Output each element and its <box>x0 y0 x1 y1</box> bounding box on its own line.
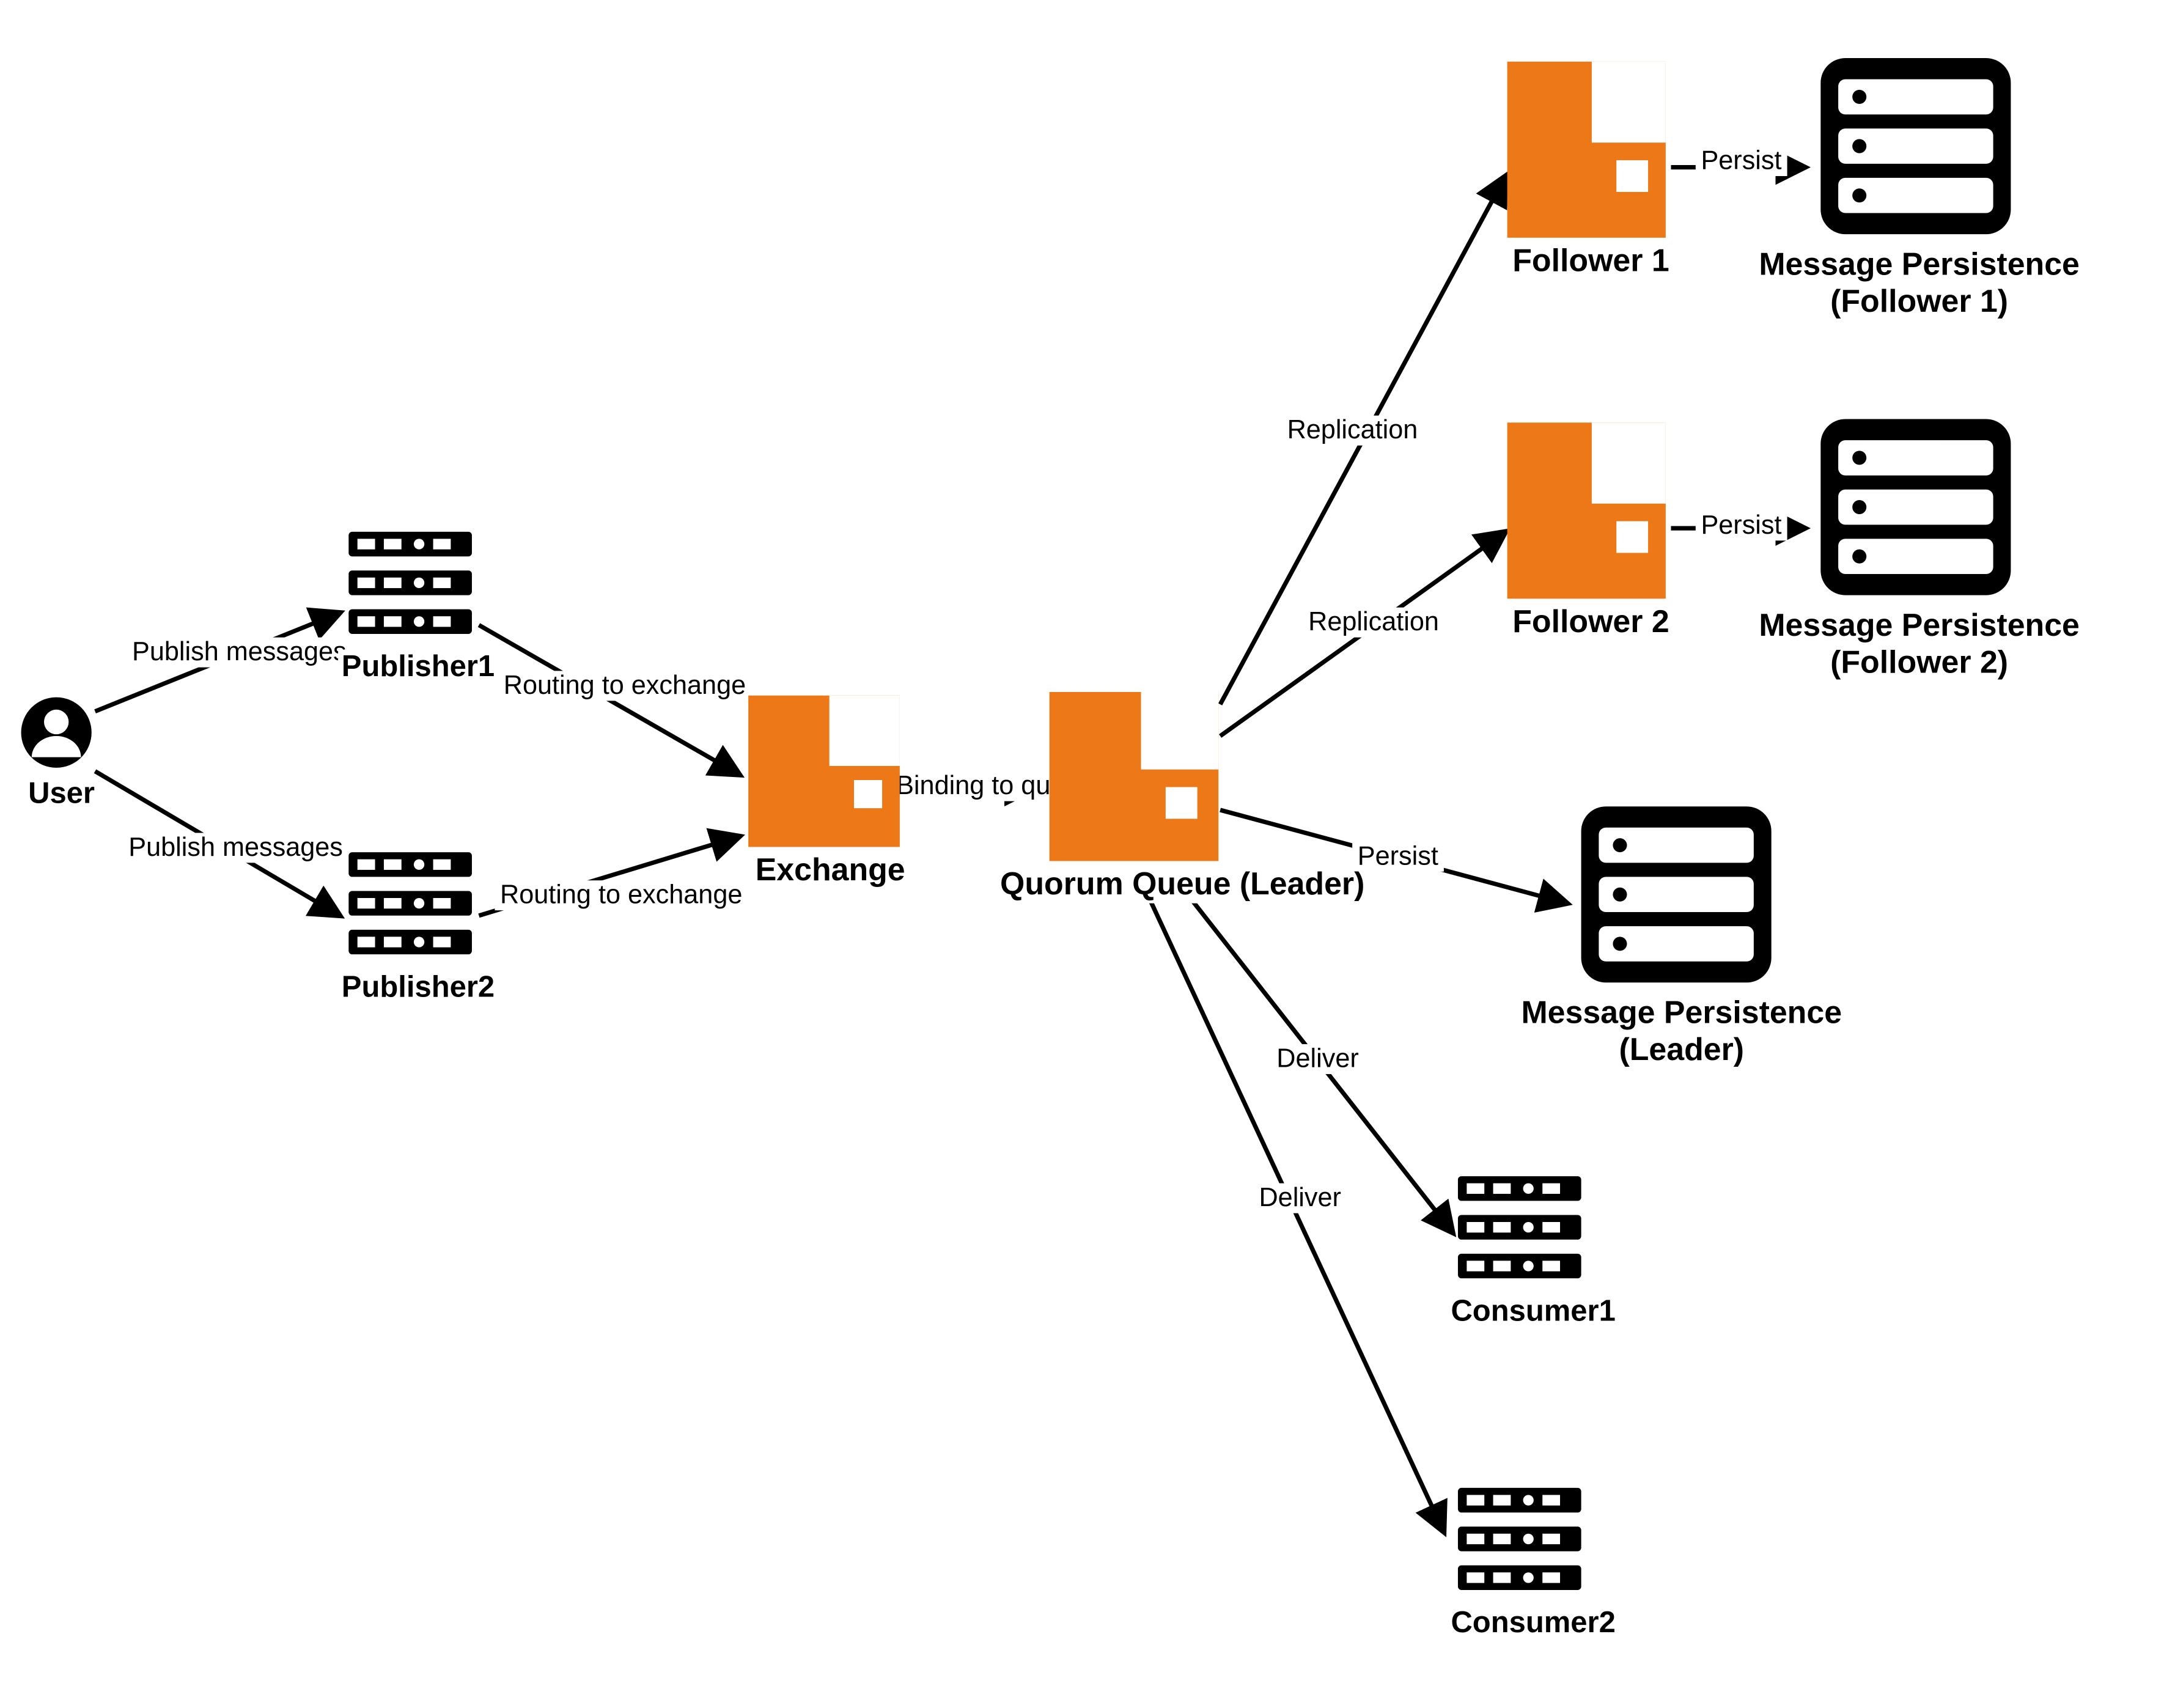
publisher-icon <box>348 532 472 641</box>
edge-label-leader-f1: Replication <box>1282 416 1423 446</box>
exchange-label: Exchange <box>752 852 908 889</box>
rabbitmq-queue-icon <box>1507 422 1666 598</box>
persist-leader-l1: Message Persistence <box>1521 995 1842 1030</box>
persist-leader-l2: (Leader) <box>1619 1031 1744 1067</box>
edge-label-user-pub1: Publish messages <box>127 638 351 668</box>
edge-label-leader-f2: Replication <box>1303 608 1444 638</box>
storage-icon <box>1820 419 2011 595</box>
persist-f2-label: Message Persistence (Follower 2) <box>1750 608 2088 680</box>
consumer2-label: Consumer2 <box>1448 1606 1619 1641</box>
edge-label-leader-c2: Deliver <box>1254 1183 1347 1213</box>
consumer-icon <box>1458 1176 1581 1286</box>
consumer-icon <box>1458 1488 1581 1597</box>
storage-icon <box>1820 58 2011 234</box>
follower1-label: Follower 1 <box>1509 243 1673 279</box>
consumer1-label: Consumer1 <box>1448 1294 1619 1330</box>
publisher2-label: Publisher2 <box>338 970 498 1006</box>
edge-label-f2-persist: Persist <box>1696 510 1787 540</box>
publisher1-label: Publisher1 <box>338 650 498 685</box>
persist-f1-label: Message Persistence (Follower 1) <box>1750 246 2088 319</box>
user-icon <box>18 694 95 771</box>
persist-leader-label: Message Persistence (Leader) <box>1512 995 1850 1067</box>
edge-label-pub1-ex: Routing to exchange <box>498 671 751 701</box>
edge-label-leader-c1: Deliver <box>1272 1044 1364 1074</box>
rabbitmq-exchange-icon <box>748 696 900 847</box>
rabbitmq-queue-icon <box>1507 62 1666 238</box>
leader-label: Quorum Queue (Leader) <box>996 866 1368 903</box>
persist-f1-l1: Message Persistence <box>1759 246 2080 282</box>
edge-label-f1-persist: Persist <box>1696 146 1787 176</box>
publisher-icon <box>348 852 472 962</box>
persist-f2-l1: Message Persistence <box>1759 608 2080 643</box>
persist-f1-l2: (Follower 1) <box>1830 283 2008 318</box>
storage-icon <box>1581 806 1772 982</box>
user-label: User <box>24 776 98 812</box>
diagram-canvas: Publish messages Publish messages Routin… <box>0 0 2164 1708</box>
rabbitmq-queue-icon <box>1050 692 1219 861</box>
edge-label-pub2-ex: Routing to exchange <box>495 880 748 910</box>
persist-f2-l2: (Follower 2) <box>1830 644 2008 679</box>
edge-label-user-pub2: Publish messages <box>123 833 348 863</box>
follower2-label: Follower 2 <box>1509 604 1673 641</box>
